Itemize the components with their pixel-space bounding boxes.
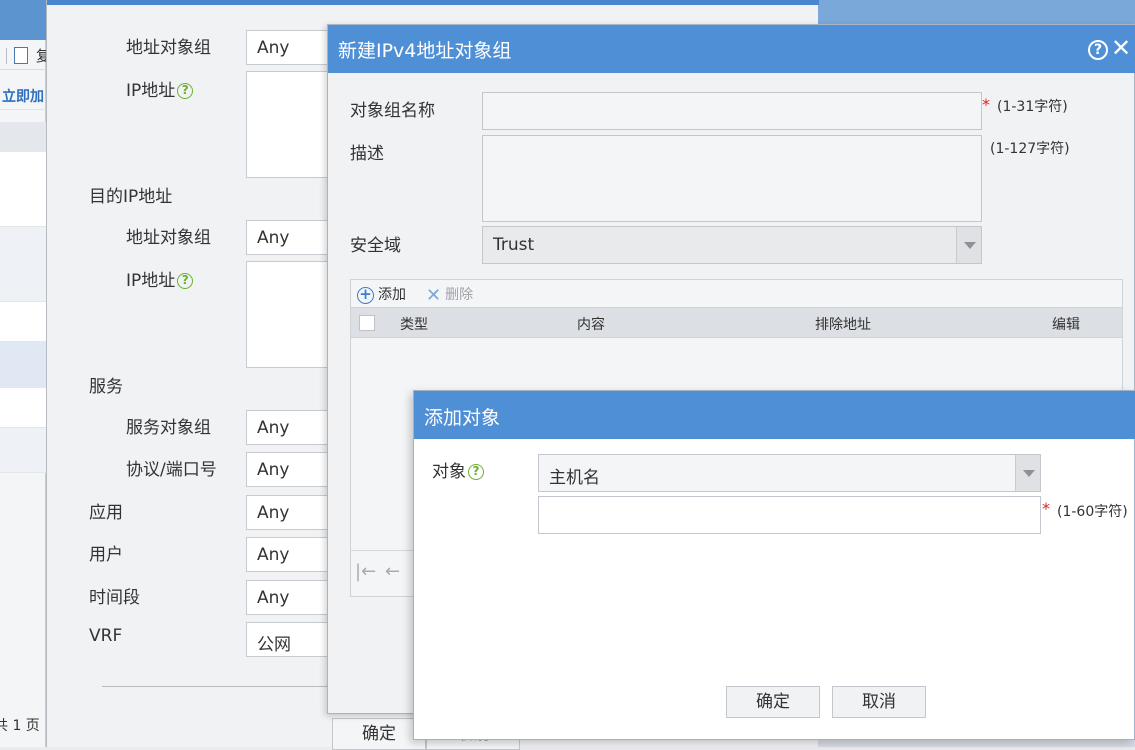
protocol-port-value: Any bbox=[257, 460, 290, 480]
table-row[interactable] bbox=[0, 388, 46, 428]
service-group-label: 服务对象组 bbox=[126, 418, 211, 438]
table-row[interactable] bbox=[0, 342, 46, 388]
grid-toolbar: + 添加 ✕ 删除 bbox=[351, 280, 1122, 307]
pager-text: 共 1 页 bbox=[0, 718, 40, 734]
dest-ip-label: IP地址? bbox=[126, 266, 194, 291]
application-label: 应用 bbox=[89, 503, 123, 523]
chevron-down-icon[interactable] bbox=[956, 227, 981, 263]
source-ip-label: IP地址? bbox=[126, 76, 194, 101]
description-hint: (1-127字符) bbox=[990, 141, 1070, 157]
apply-now-link[interactable]: 立即加 bbox=[2, 86, 44, 106]
close-icon[interactable]: ✕ bbox=[1111, 34, 1131, 62]
column-header-edit[interactable]: 编辑 bbox=[1052, 314, 1080, 334]
add-button-label: 添加 bbox=[378, 287, 406, 303]
first-page-icon[interactable]: |← bbox=[355, 561, 376, 582]
grid-header: 类型 内容 排除地址 编辑 bbox=[351, 307, 1122, 338]
required-marker: * bbox=[982, 95, 990, 114]
ok-button[interactable]: 确定 bbox=[726, 686, 820, 718]
dialog-titlebar: 新建IPv4地址对象组 ? ✕ bbox=[328, 25, 1135, 73]
dialog-title: 新建IPv4地址对象组 bbox=[338, 40, 512, 62]
hostname-hint: (1-60字符) bbox=[1057, 504, 1128, 520]
source-address-group-label: 地址对象组 bbox=[126, 38, 211, 58]
security-zone-label: 安全域 bbox=[350, 236, 401, 256]
table-header bbox=[0, 122, 46, 152]
add-button[interactable]: + 添加 bbox=[357, 284, 406, 304]
time-range-label: 时间段 bbox=[89, 588, 140, 608]
dest-address-group-label: 地址对象组 bbox=[126, 228, 211, 248]
group-name-input[interactable] bbox=[482, 92, 982, 130]
protocol-port-select[interactable]: Any bbox=[246, 452, 336, 487]
object-label-text: 对象 bbox=[432, 462, 466, 482]
toolbar-separator bbox=[6, 48, 7, 64]
column-header-type[interactable]: 类型 bbox=[400, 314, 428, 334]
protocol-port-label: 协议/端口号 bbox=[126, 460, 217, 480]
policy-list-panel: 复 立即加 共 1 页 bbox=[0, 40, 51, 747]
time-range-value: Any bbox=[257, 588, 290, 608]
dest-ip-textarea[interactable] bbox=[246, 261, 336, 368]
table-row[interactable] bbox=[0, 302, 46, 342]
user-value: Any bbox=[257, 545, 290, 565]
column-header-content[interactable]: 内容 bbox=[577, 314, 605, 334]
apply-now-row: 立即加 bbox=[0, 80, 46, 110]
description-textarea[interactable] bbox=[482, 135, 982, 222]
column-header-exclude-address[interactable]: 排除地址 bbox=[815, 314, 871, 334]
dialog-title: 添加对象 bbox=[424, 407, 501, 429]
table-row[interactable] bbox=[0, 428, 46, 473]
delete-button[interactable]: ✕ 删除 bbox=[426, 284, 473, 306]
policy-dialog-titlebar bbox=[47, 0, 819, 5]
cancel-button[interactable]: 取消 bbox=[832, 686, 926, 718]
hostname-input[interactable] bbox=[538, 496, 1041, 534]
policy-ok-button[interactable]: 确定 bbox=[332, 718, 426, 750]
security-zone-value: Trust bbox=[493, 235, 535, 255]
plus-circle-icon: + bbox=[357, 286, 374, 304]
vrf-value: 公网 bbox=[257, 635, 291, 655]
copy-icon[interactable] bbox=[14, 47, 28, 64]
dialog-titlebar: 添加对象 bbox=[414, 391, 1135, 439]
help-icon[interactable]: ? bbox=[177, 83, 194, 99]
required-marker: * bbox=[1042, 499, 1050, 518]
object-label: 对象? bbox=[432, 457, 484, 482]
help-icon[interactable]: ? bbox=[1088, 40, 1108, 60]
table-row[interactable] bbox=[0, 152, 46, 227]
help-icon[interactable]: ? bbox=[468, 464, 484, 480]
table-row[interactable] bbox=[0, 227, 46, 302]
user-label: 用户 bbox=[89, 545, 123, 565]
help-icon[interactable]: ? bbox=[177, 273, 194, 289]
source-ip-label-text: IP地址 bbox=[126, 81, 176, 101]
service-group-value: Any bbox=[257, 418, 290, 438]
select-all-checkbox[interactable] bbox=[359, 315, 375, 331]
dest-address-group-select[interactable]: Any bbox=[246, 220, 336, 255]
x-icon: ✕ bbox=[426, 284, 442, 306]
application-value: Any bbox=[257, 503, 290, 523]
service-group-select[interactable]: Any bbox=[246, 410, 336, 445]
vrf-label: VRF bbox=[89, 626, 123, 646]
dest-ip-section-label: 目的IP地址 bbox=[89, 187, 173, 207]
description-label: 描述 bbox=[350, 144, 384, 164]
chevron-down-icon[interactable] bbox=[1015, 455, 1040, 491]
security-zone-select[interactable]: Trust bbox=[482, 226, 982, 264]
object-type-value: 主机名 bbox=[549, 468, 600, 488]
source-address-group-select[interactable]: Any bbox=[246, 30, 336, 65]
source-address-group-value: Any bbox=[257, 38, 290, 58]
source-ip-textarea[interactable] bbox=[246, 71, 336, 178]
group-name-label: 对象组名称 bbox=[350, 101, 435, 121]
service-section-label: 服务 bbox=[89, 377, 123, 397]
dest-ip-label-text: IP地址 bbox=[126, 271, 176, 291]
time-range-select[interactable]: Any bbox=[246, 580, 336, 615]
dest-address-group-value: Any bbox=[257, 228, 290, 248]
application-select[interactable]: Any bbox=[246, 495, 336, 530]
object-type-select[interactable]: 主机名 bbox=[538, 454, 1041, 492]
policy-list-toolbar: 复 bbox=[0, 40, 51, 70]
group-name-hint: (1-31字符) bbox=[997, 99, 1068, 115]
delete-button-label: 删除 bbox=[445, 287, 474, 303]
prev-page-icon[interactable]: ← bbox=[385, 561, 400, 582]
footer-divider bbox=[102, 686, 342, 687]
add-object-dialog: 添加对象 对象? 主机名 * (1-60字符) 确定 取消 bbox=[413, 390, 1135, 740]
user-select[interactable]: Any bbox=[246, 537, 336, 572]
vrf-select[interactable]: 公网 bbox=[246, 622, 336, 657]
